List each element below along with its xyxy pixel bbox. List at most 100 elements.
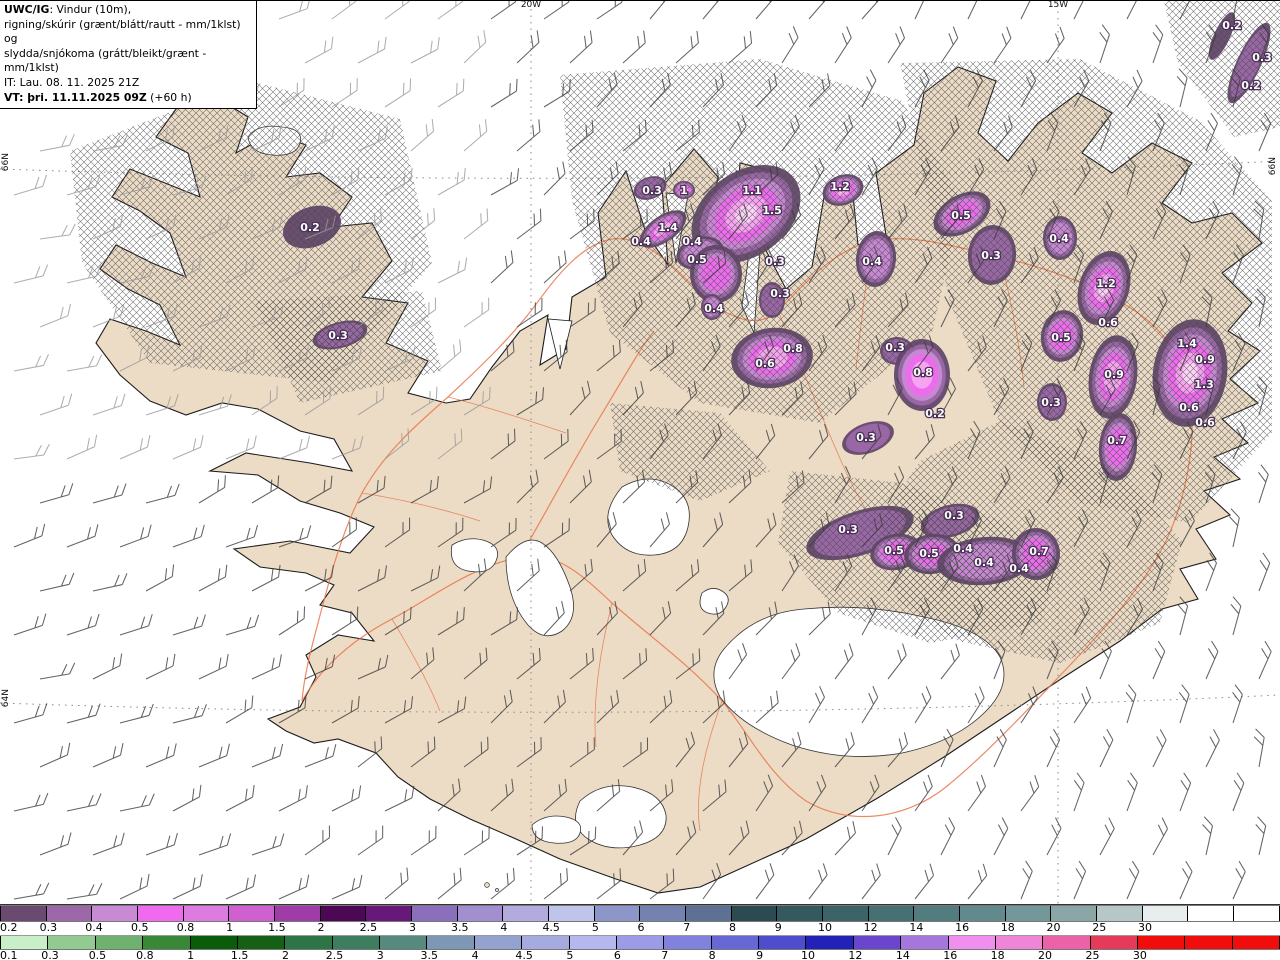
scale-cell [1185, 936, 1233, 949]
scale-cell [1090, 936, 1138, 949]
scale-cell [594, 906, 641, 921]
scale-label: 0.8 [136, 949, 154, 960]
precip-value-label: 0.3 [944, 509, 964, 522]
scale-label: 9 [774, 921, 782, 934]
scale-label: 1 [226, 921, 234, 934]
scale-cell [711, 936, 759, 949]
scale-cell [237, 936, 286, 949]
scale-cell [332, 936, 380, 949]
scale-cell [320, 906, 367, 921]
precip-value-label: 0.5 [1051, 331, 1071, 344]
scale-label: 12 [848, 949, 863, 960]
scale-cell [868, 906, 915, 921]
scale-cell [285, 936, 333, 949]
scale-cell [143, 936, 191, 949]
scale-cell [901, 936, 949, 949]
scale-label: 18 [990, 949, 1005, 960]
precip-value-label: 0.6 [755, 357, 775, 370]
scale-label: 4.5 [542, 921, 560, 934]
scale-label: 25 [1085, 949, 1100, 960]
title-line-rain: rigning/skúrir (grænt/blátt/rautt - mm/1… [4, 17, 241, 46]
scale-label: 4.5 [515, 949, 533, 960]
glacier [450, 538, 499, 573]
scale-cell [427, 936, 475, 949]
scale-cell [853, 936, 902, 949]
precip-value-label: 0.6 [1195, 416, 1215, 429]
glacier [531, 815, 582, 844]
scale-cell [914, 906, 961, 921]
scale-cell [190, 936, 238, 949]
iceland-map-canvas: 0.20.30.3 1 1.11.51.21.40.4 0.40.5 0.30.40.3… [0, 1, 1280, 905]
scale-label: 25 [1092, 921, 1107, 934]
scale-label: 1 [187, 949, 195, 960]
precip-value-label: 0.4 [1049, 232, 1069, 245]
precip-value-label: 0.6 [1098, 316, 1118, 329]
graticule-label: 66N [1, 153, 11, 172]
precip-value-label: 0.2 [1222, 19, 1242, 32]
scale-cell [503, 906, 550, 921]
graticule-label: 20W [520, 0, 542, 10]
scale-label: 20 [1046, 921, 1061, 934]
title-line-snow: slydda/snjókoma (grátt/bleikt/grænt - mm… [4, 46, 207, 75]
scale-cell [457, 906, 504, 921]
scale-cell [138, 906, 184, 921]
precip-value-label: 0.4 [953, 542, 973, 555]
precip-value-label: 0.4 [1009, 562, 1029, 575]
precip-value-label: 0.4 [862, 255, 882, 268]
precip-value-label: 0.7 [1029, 545, 1049, 558]
precip-value-label: 0.3 [981, 249, 1001, 262]
scale-cell [1234, 906, 1280, 921]
scale-cell [95, 936, 144, 949]
scale-label: 2 [281, 949, 289, 960]
precip-value-label: 0.3 [838, 523, 858, 536]
scale-cell [1188, 906, 1235, 921]
precip-value-label: 0.3 [765, 255, 785, 268]
scale-label: 3.5 [451, 921, 469, 934]
scale-cell [549, 906, 595, 921]
scale-cell [229, 906, 276, 921]
precip-value-label: 0.5 [884, 544, 904, 557]
scale-label: 0.5 [88, 949, 107, 960]
scale-label: 10 [817, 921, 832, 934]
scale-cell [1232, 936, 1280, 949]
scale-cell [48, 936, 96, 949]
title-line-model: UWC/IG: Vindur (10m), [4, 3, 132, 16]
scale-label: 4 [500, 921, 508, 934]
scale-cell [1051, 906, 1098, 921]
scale-cell [1043, 936, 1091, 949]
scale-label: 16 [943, 949, 958, 960]
precip-value-label: 0.3 [642, 184, 662, 197]
scale-cell [1097, 906, 1143, 921]
precip-value-label: 1.2 [1096, 277, 1116, 290]
scale-label: 0.8 [176, 921, 195, 934]
precip-value-label: 0.4 [704, 302, 724, 315]
precip-value-label: 0.3 [328, 329, 348, 342]
precip-value-label: 0.3 [1252, 51, 1272, 64]
precip-value-label: 0.2 [925, 407, 945, 420]
scale-label: 4 [471, 949, 479, 960]
precip-value-label: 0.2 [1241, 79, 1261, 92]
scale-label: 14 [895, 949, 910, 960]
precip-value-label: 0.3 [885, 341, 905, 354]
scale-cell [759, 936, 807, 949]
graticule-label: 15W [1047, 0, 1069, 10]
scale-label: 7 [661, 949, 669, 960]
precip-value-label: 0.7 [1107, 434, 1127, 447]
scale-label: 0.5 [131, 921, 149, 934]
scale-label: 0.4 [85, 921, 103, 934]
scale-label: 6 [613, 949, 621, 960]
scale-cell [412, 906, 458, 921]
scale-cell [0, 936, 49, 949]
scale-cell [640, 906, 687, 921]
precip-value-label: 0.5 [951, 209, 971, 222]
scale-cell [366, 906, 413, 921]
title-line-init-time: IT: Lau. 08. 11. 2025 21Z [4, 75, 140, 89]
graticule-label: 66N [1268, 157, 1278, 176]
scale-cell [664, 936, 712, 949]
scale-cell [777, 906, 824, 921]
sleet-snow-scale-bar [0, 905, 1280, 922]
scale-cell [380, 936, 428, 949]
scale-label: 5 [566, 949, 574, 960]
scale-label: 16 [955, 921, 970, 934]
scale-label: 7 [683, 921, 691, 934]
